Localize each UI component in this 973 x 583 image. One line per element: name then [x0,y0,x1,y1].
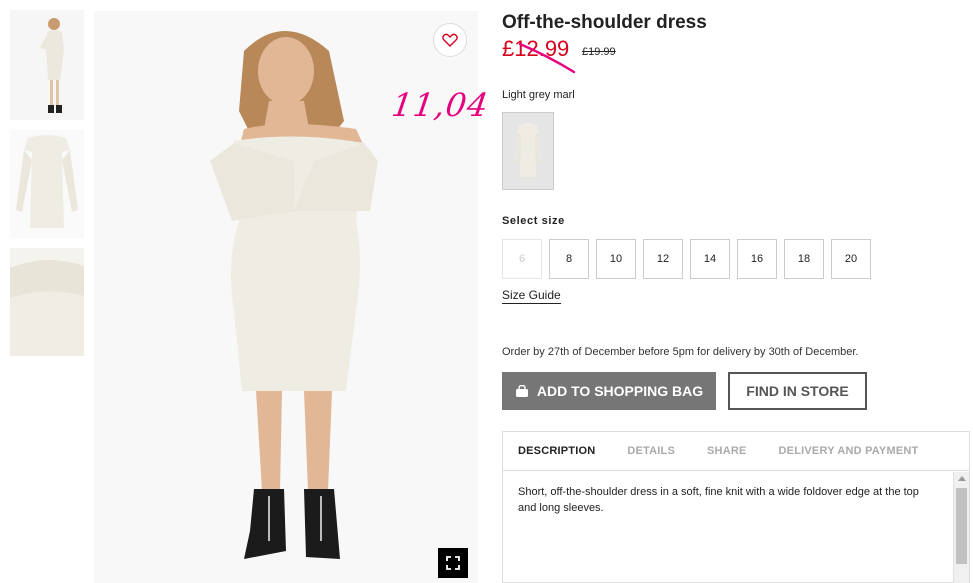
size-option-16[interactable]: 16 [737,239,777,279]
tab-description[interactable]: DESCRIPTION [518,445,595,457]
size-option-18[interactable]: 18 [784,239,824,279]
wishlist-button[interactable] [433,23,467,57]
delivery-note: Order by 27th of December before 5pm for… [502,346,859,358]
tab-share[interactable]: SHARE [707,445,747,457]
original-price: £19.99 [582,46,616,58]
product-image-icon [10,10,84,120]
expand-icon [446,556,460,570]
find-in-store-button[interactable]: FIND IN STORE [728,372,867,410]
size-option-6: 6 [502,239,542,279]
product-title: Off-the-shoulder dress [502,12,707,33]
add-to-bag-label: ADD TO SHOPPING BAG [536,383,704,399]
tab-delivery-and-payment[interactable]: DELIVERY AND PAYMENT [779,445,919,457]
product-description: Short, off-the-shoulder dress in a soft,… [518,486,919,514]
scroll-up-arrow-icon[interactable] [958,476,966,481]
size-guide-link[interactable]: Size Guide [502,288,561,304]
size-option-14[interactable]: 14 [690,239,730,279]
product-image-icon [10,130,84,238]
handwritten-price-note: 11,04 [389,86,492,124]
fullscreen-button[interactable] [438,548,468,578]
heart-icon [442,33,458,47]
thumbnail-detail[interactable] [10,248,84,356]
product-image-icon [10,248,84,356]
thumbnail-full-outfit[interactable] [10,10,84,120]
size-selector: 6 8 10 12 14 16 18 20 [502,239,871,279]
tab-bar: DESCRIPTION DETAILS SHARE DELIVERY AND P… [503,432,969,471]
thumbnail-dress-flat[interactable] [10,130,84,238]
thumbnail-list [10,10,84,366]
add-to-bag-button[interactable]: ADD TO SHOPPING BAG [502,372,716,410]
product-info-tabs: DESCRIPTION DETAILS SHARE DELIVERY AND P… [502,431,970,583]
size-option-10[interactable]: 10 [596,239,636,279]
size-option-8[interactable]: 8 [549,239,589,279]
scrollbar-thumb[interactable] [956,488,967,564]
description-scrollbar[interactable] [953,472,969,583]
shopping-bag-icon [515,385,528,397]
size-option-20[interactable]: 20 [831,239,871,279]
tab-details[interactable]: DETAILS [627,445,675,457]
color-swatch-light-grey-marl[interactable] [502,112,554,190]
dress-thumbnail-icon [514,123,542,177]
color-name: Light grey marl [502,89,575,101]
sale-price: £12.99 [502,36,570,61]
size-option-12[interactable]: 12 [643,239,683,279]
select-size-label: Select size [502,215,565,227]
